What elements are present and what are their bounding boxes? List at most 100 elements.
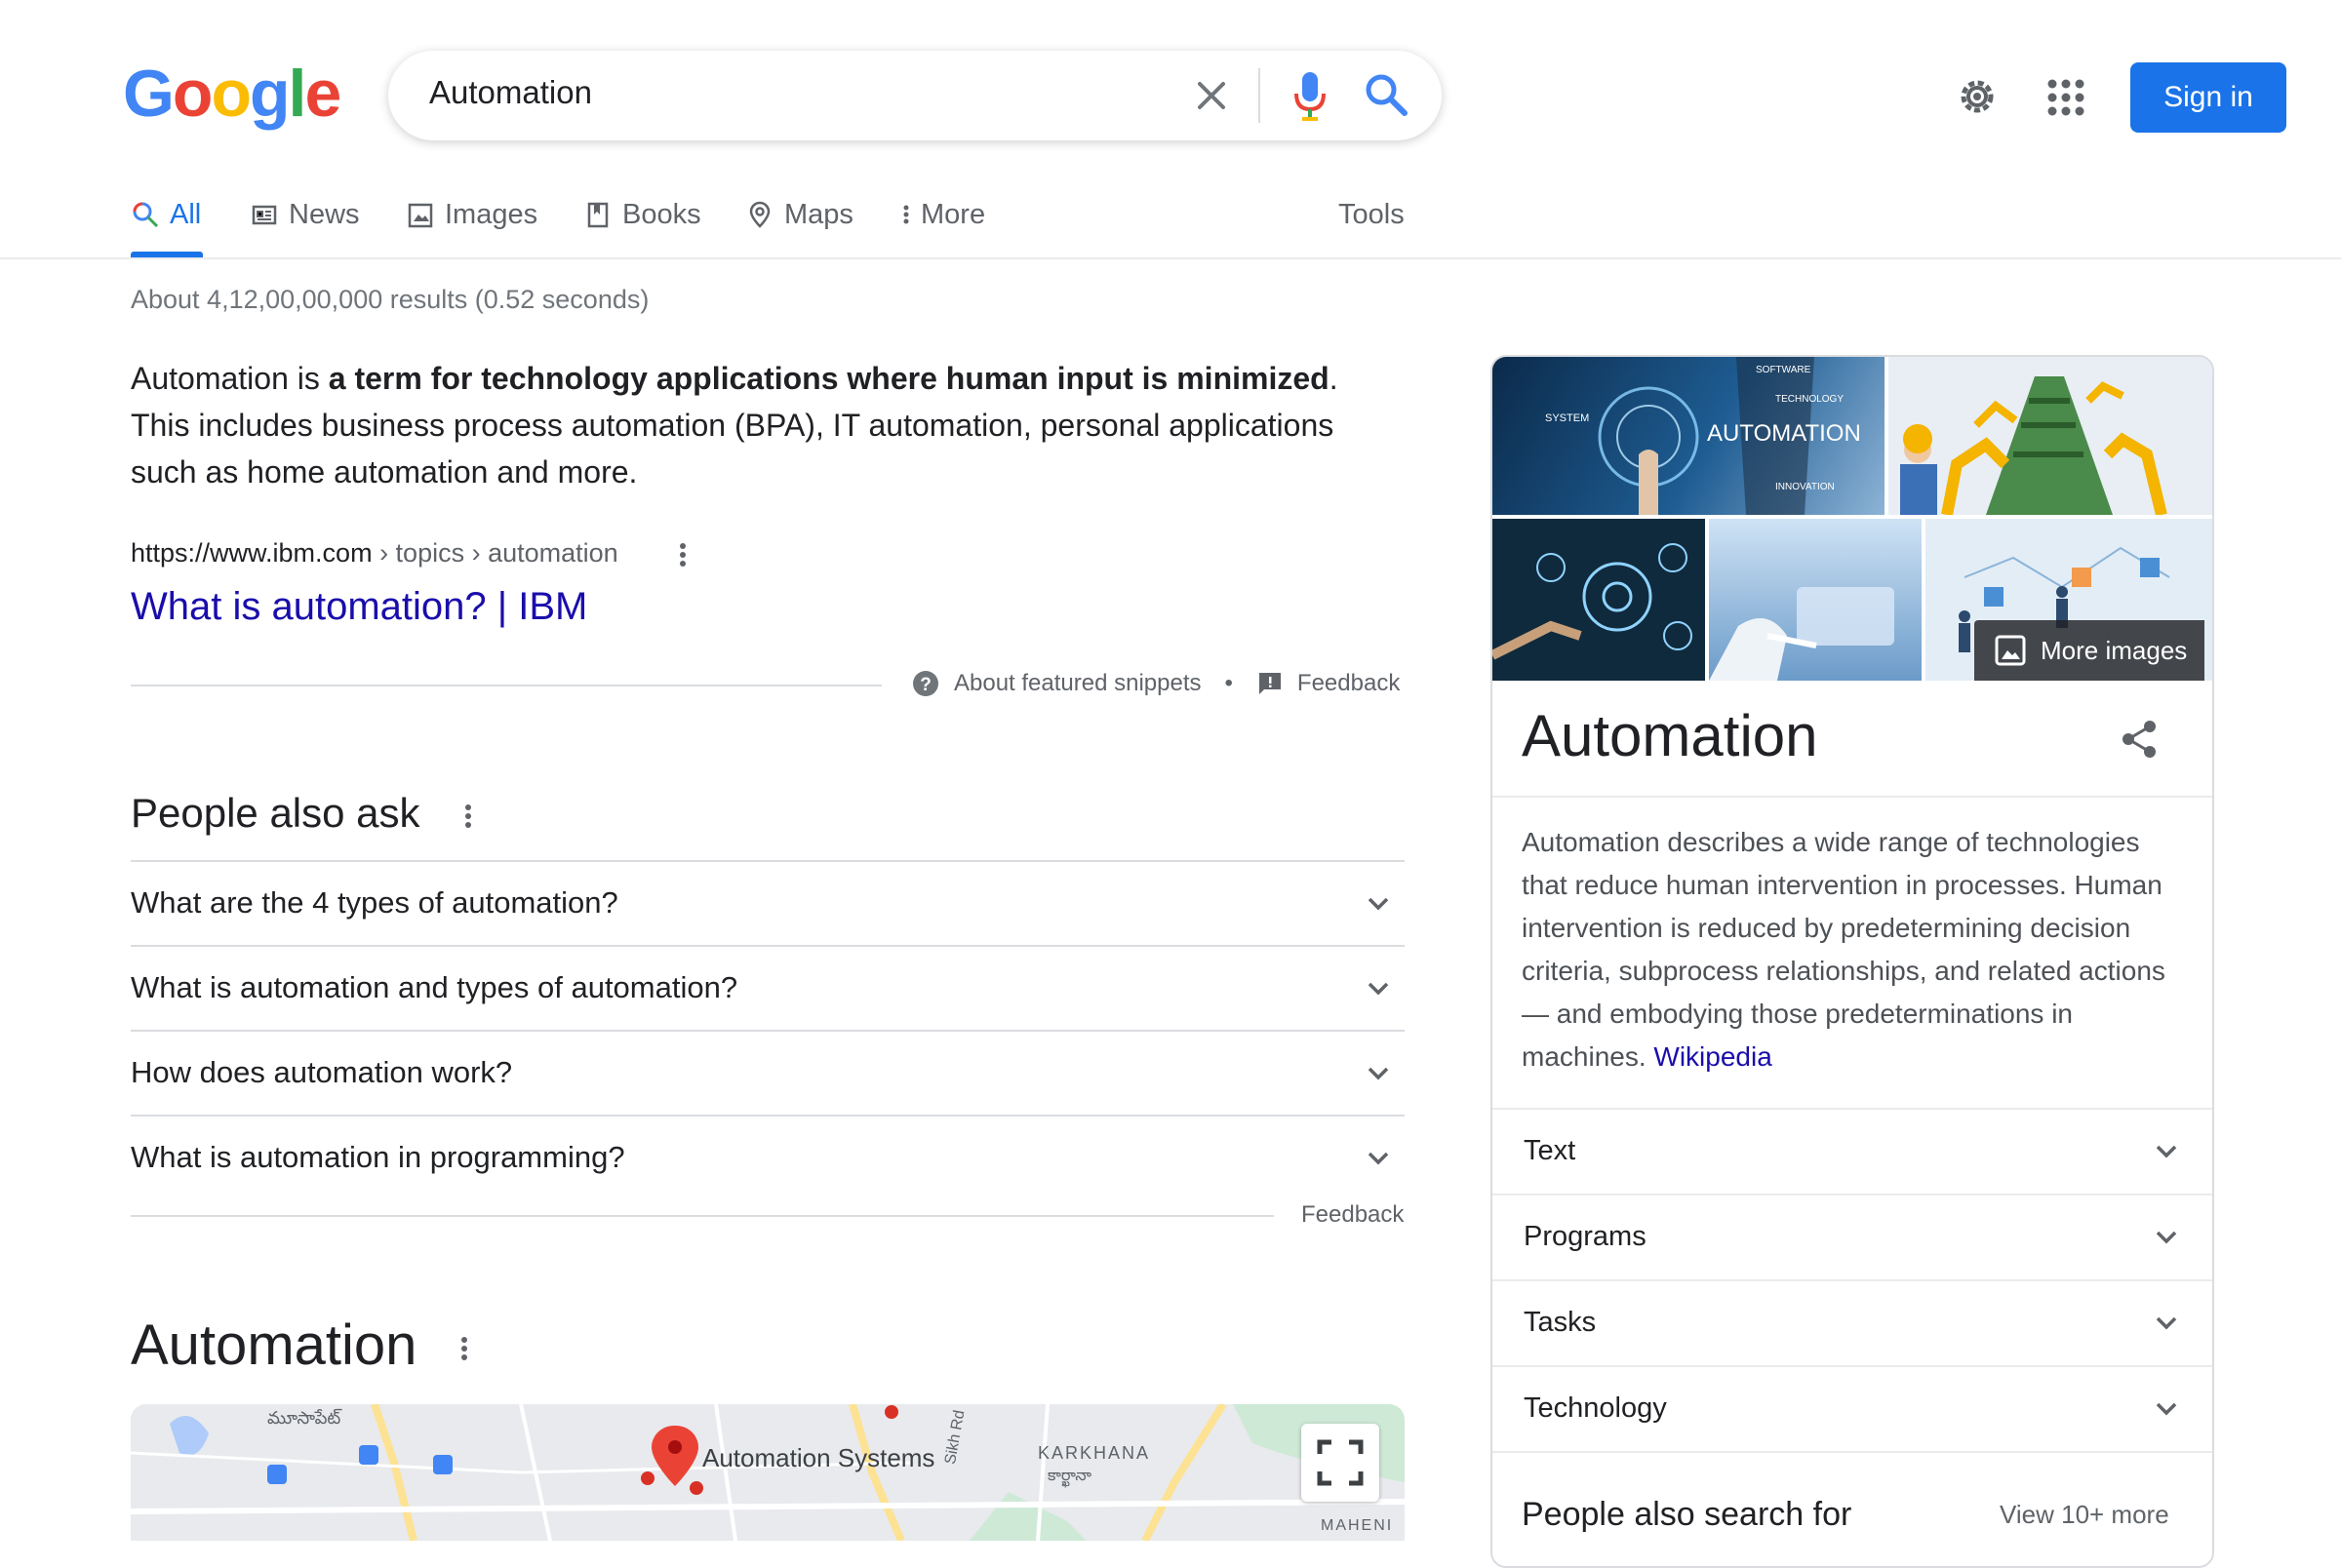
search-icon[interactable] xyxy=(1362,70,1410,119)
paa-question-text: How does automation work? xyxy=(131,1055,513,1089)
kp-image-caption: SYSTEM xyxy=(1545,412,1589,424)
chevron-down-icon xyxy=(2156,1316,2177,1330)
automation-hand-image: AUTOMATION SYSTEM SOFTWARE TECHNOLOGY IN… xyxy=(1545,357,1861,515)
image-icon xyxy=(1995,635,2026,666)
logo-letter: g xyxy=(250,57,291,131)
tools-label: Tools xyxy=(1338,198,1405,230)
chevron-down-icon xyxy=(1368,1067,1389,1080)
tab-more[interactable]: More xyxy=(901,195,985,234)
robot-arms-image xyxy=(1888,357,2212,515)
kp-row-label: Tasks xyxy=(1524,1307,1597,1338)
settings-gear-icon[interactable] xyxy=(1955,74,2000,119)
tab-label: Books xyxy=(622,198,701,230)
people-also-ask-heading: People also ask xyxy=(131,790,420,836)
tab-label: Maps xyxy=(784,198,853,230)
wikipedia-link[interactable]: Wikipedia xyxy=(1653,1041,1771,1072)
paa-question-text: What are the 4 types of automation? xyxy=(131,885,618,920)
paa-question-4[interactable]: What is automation in programming? xyxy=(131,1115,1405,1200)
search-icon xyxy=(133,202,159,228)
logo-letter: l xyxy=(288,57,307,131)
knowledge-panel: AUTOMATION SYSTEM SOFTWARE TECHNOLOGY IN… xyxy=(1490,355,2214,1568)
result-title-link[interactable]: What is automation? | IBM xyxy=(131,585,587,629)
tab-label: All xyxy=(170,198,202,230)
tabs-divider xyxy=(0,257,2341,259)
paa-feedback-link[interactable]: Feedback xyxy=(1301,1201,1404,1229)
more-images-label: More images xyxy=(2041,635,2188,665)
map-preview[interactable]: Automation Systems మూసాపేట్ KARKHANA కార… xyxy=(131,1404,1405,1541)
kp-divider xyxy=(1492,796,2212,798)
map-area-label: MAHENI xyxy=(1321,1517,1394,1534)
tab-images[interactable]: Images xyxy=(406,195,537,234)
local-results-heading: Automation xyxy=(131,1313,417,1377)
kp-row-text[interactable]: Text xyxy=(1492,1108,2212,1196)
paa-question-text: What is automation in programming? xyxy=(131,1140,625,1174)
map-area-label: మూసాపేట్ xyxy=(267,1408,341,1428)
kp-image-1[interactable]: AUTOMATION SYSTEM SOFTWARE TECHNOLOGY IN… xyxy=(1492,357,1885,515)
cite-domain: https://www.ibm.com xyxy=(131,538,373,568)
result-menu-icon[interactable] xyxy=(679,540,687,574)
kp-image-caption: INNOVATION xyxy=(1775,482,1835,492)
chevron-down-icon xyxy=(2156,1402,2177,1416)
chevron-down-icon xyxy=(2156,1145,2177,1158)
kp-image-3[interactable] xyxy=(1492,519,1705,681)
kp-image-caption: TECHNOLOGY xyxy=(1775,394,1844,405)
result-stats: About 4,12,00,00,000 results (0.52 secon… xyxy=(131,285,650,314)
kp-row-label: Technology xyxy=(1524,1392,1667,1424)
search-box[interactable]: Automation xyxy=(388,51,1442,140)
newspaper-icon xyxy=(252,205,277,225)
separator-dot: • xyxy=(1224,670,1233,696)
paa-question-1[interactable]: What are the 4 types of automation? xyxy=(131,860,1405,946)
sign-in-button[interactable]: Sign in xyxy=(2130,62,2286,133)
local-menu-icon[interactable] xyxy=(460,1334,468,1368)
search-divider xyxy=(1258,68,1260,123)
chevron-down-icon xyxy=(1368,982,1389,996)
snippet-bold: a term for technology applications where… xyxy=(328,361,1329,396)
paa-divider xyxy=(131,1215,1274,1217)
tab-label: More xyxy=(921,198,986,230)
map-place-label[interactable]: Automation Systems xyxy=(702,1443,934,1473)
paa-menu-icon[interactable] xyxy=(464,802,472,836)
search-input[interactable]: Automation xyxy=(429,74,592,111)
paa-question-2[interactable]: What is automation and types of automati… xyxy=(131,945,1405,1031)
chevron-down-icon xyxy=(1368,897,1389,911)
help-icon[interactable]: ? xyxy=(911,669,940,698)
result-cite: https://www.ibm.com › topics › automatio… xyxy=(131,538,618,568)
logo-letter: o xyxy=(211,57,252,131)
tab-maps[interactable]: Maps xyxy=(745,195,853,234)
chevron-down-icon xyxy=(2156,1231,2177,1244)
fullscreen-icon[interactable] xyxy=(1301,1424,1379,1502)
tools-button[interactable]: Tools xyxy=(1338,195,1405,234)
tab-news[interactable]: News xyxy=(250,195,360,234)
kp-image-caption: SOFTWARE xyxy=(1756,365,1811,375)
tab-books[interactable]: Books xyxy=(583,195,701,234)
more-images-button[interactable]: More images xyxy=(1974,620,2204,681)
map-pin-icon xyxy=(749,201,771,228)
kp-row-tasks[interactable]: Tasks xyxy=(1492,1279,2212,1367)
logo-letter: e xyxy=(304,57,341,131)
svg-text:?: ? xyxy=(920,675,932,695)
google-apps-icon[interactable] xyxy=(2046,78,2085,117)
kebab-icon xyxy=(903,205,909,224)
feedback-link[interactable]: Feedback xyxy=(1297,670,1400,697)
google-logo[interactable]: Google xyxy=(123,57,341,131)
paa-question-3[interactable]: How does automation work? xyxy=(131,1030,1405,1116)
cite-breadcrumbs: › topics › automation xyxy=(372,538,618,568)
tab-label: Images xyxy=(445,198,538,230)
about-featured-snippets-link[interactable]: About featured snippets xyxy=(954,670,1202,697)
kp-row-label: Programs xyxy=(1524,1221,1647,1252)
feedback-icon[interactable] xyxy=(1256,670,1284,697)
paa-question-text: What is automation and types of automati… xyxy=(131,970,738,1004)
tab-label: News xyxy=(289,198,360,230)
share-icon[interactable] xyxy=(2119,718,2162,761)
kp-image-2[interactable] xyxy=(1888,357,2212,515)
map-area-label: కార్ఖానా xyxy=(1048,1468,1091,1484)
kp-image-4[interactable] xyxy=(1709,519,1922,681)
kp-row-programs[interactable]: Programs xyxy=(1492,1194,2212,1281)
clear-icon[interactable] xyxy=(1190,74,1233,117)
tab-all[interactable]: All xyxy=(131,195,201,234)
view-more-link[interactable]: View 10+ more xyxy=(2000,1500,2169,1530)
map-area-label: KARKHANA xyxy=(1038,1443,1151,1463)
kp-row-technology[interactable]: Technology xyxy=(1492,1365,2212,1453)
microphone-icon[interactable] xyxy=(1286,66,1334,125)
logo-letter: G xyxy=(123,57,175,131)
